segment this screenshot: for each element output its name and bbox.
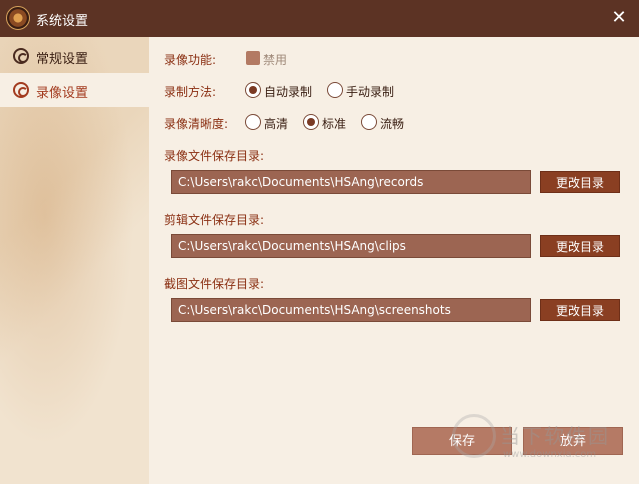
- sidebar-item-general[interactable]: 常规设置: [0, 39, 149, 73]
- manual-record-option-label: 手动录制: [346, 85, 395, 99]
- screenshots-dir-field[interactable]: C:\Users\rakc\Documents\HSAng\screenshot…: [171, 298, 531, 322]
- sidebar: 常规设置 录像设置: [0, 37, 149, 484]
- sidebar-item-label: 常规设置: [36, 52, 89, 67]
- manual-record-radio[interactable]: [327, 82, 343, 98]
- clips-dir-label: 剪辑文件保存目录:: [164, 213, 265, 227]
- recording-settings-panel: 录像功能: 禁用 录制方法: 自动录制 手动录制 录像清晰度: 高清 标准 流畅…: [149, 37, 639, 484]
- sidebar-item-recording[interactable]: 录像设置: [0, 73, 149, 107]
- swirl-icon: [13, 82, 29, 98]
- recording-feature-label: 录像功能:: [164, 53, 217, 67]
- recording-method-label: 录制方法:: [164, 85, 217, 99]
- disable-recording-checkbox[interactable]: [246, 51, 260, 65]
- screenshots-dir-label: 截图文件保存目录:: [164, 277, 265, 291]
- quality-smooth-option-label: 流畅: [380, 117, 405, 131]
- quality-standard-option-label: 标准: [322, 117, 347, 131]
- quality-hd-radio[interactable]: [245, 114, 261, 130]
- app-logo-icon: [6, 6, 30, 30]
- sidebar-item-label: 录像设置: [36, 86, 89, 101]
- window-title: 系统设置: [36, 14, 89, 29]
- records-dir-field[interactable]: C:\Users\rakc\Documents\HSAng\records: [171, 170, 531, 194]
- watermark-brand: 当下软件园: [500, 424, 610, 448]
- quality-hd-option-label: 高清: [264, 117, 289, 131]
- close-button[interactable]: ✕: [609, 8, 629, 28]
- change-records-dir-button[interactable]: 更改目录: [540, 171, 620, 193]
- clips-dir-field[interactable]: C:\Users\rakc\Documents\HSAng\clips: [171, 234, 531, 258]
- records-dir-label: 录像文件保存目录:: [164, 149, 265, 163]
- swirl-icon: [13, 48, 29, 64]
- title-bar: 系统设置 ✕: [0, 0, 639, 37]
- quality-smooth-radio[interactable]: [361, 114, 377, 130]
- recording-quality-label: 录像清晰度:: [164, 117, 229, 131]
- quality-standard-radio[interactable]: [303, 114, 319, 130]
- watermark-logo-icon: [452, 414, 496, 458]
- disable-recording-option-label: 禁用: [263, 53, 288, 67]
- auto-record-option-label: 自动录制: [264, 85, 313, 99]
- change-screenshots-dir-button[interactable]: 更改目录: [540, 299, 620, 321]
- change-clips-dir-button[interactable]: 更改目录: [540, 235, 620, 257]
- watermark-url: www.downxia.com: [503, 449, 597, 460]
- auto-record-radio[interactable]: [245, 82, 261, 98]
